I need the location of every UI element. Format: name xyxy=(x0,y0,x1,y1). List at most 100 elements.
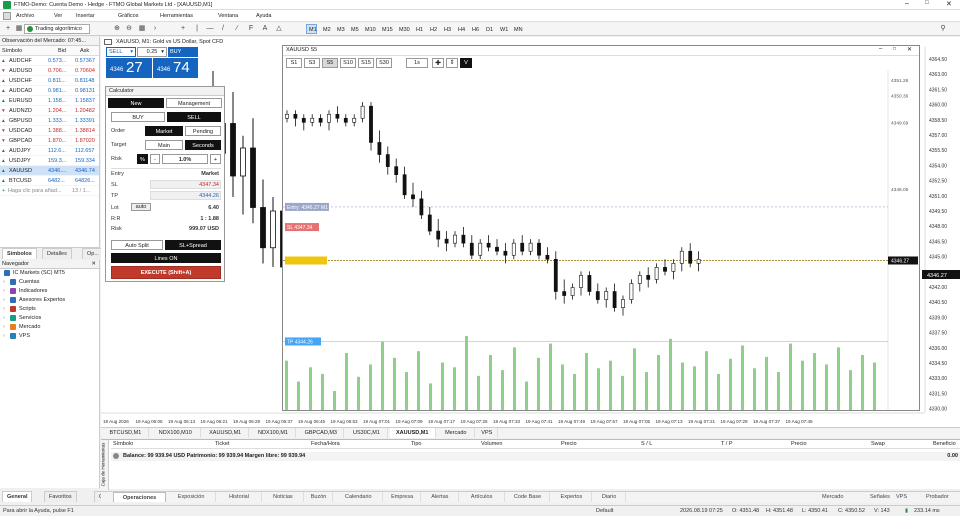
timeframe-h1[interactable]: H1 xyxy=(413,24,424,34)
timeframe-h3[interactable]: H3 xyxy=(441,24,452,34)
toolbox-tab-5[interactable]: Calendario xyxy=(334,492,384,502)
toolbox-right-tab-1[interactable]: Señales xyxy=(867,492,893,502)
add-symbol-row[interactable]: + Haga clic para añad... 13 / 1... xyxy=(0,186,99,196)
market-row[interactable]: ▾ GBPCAD 1.870... 1.87020 xyxy=(0,136,99,146)
maximize-icon[interactable]: □ xyxy=(925,0,929,6)
sub-tf-s5[interactable]: S5 xyxy=(322,58,338,68)
channel-icon[interactable]: ∕ xyxy=(232,24,242,34)
profiles-icon[interactable]: ▦ xyxy=(14,24,24,34)
fibo-icon[interactable]: F xyxy=(246,24,256,34)
sub-tf-s3[interactable]: S3 xyxy=(304,58,320,68)
menu-insertar[interactable]: Insertar xyxy=(76,12,95,20)
market-row[interactable]: ▴ AUDCAD 0.981... 0.98131 xyxy=(0,86,99,96)
vertical-line-icon[interactable]: | xyxy=(192,24,202,34)
navigator-close-icon[interactable]: ✕ xyxy=(91,260,96,268)
zoom-out-icon[interactable]: ⊖ xyxy=(124,24,134,34)
expand-chevron-icon[interactable]: › xyxy=(3,323,5,332)
market-row[interactable]: ▴ USDJPY 159.3... 159.334 xyxy=(0,156,99,166)
expand-chevron-icon[interactable]: › xyxy=(3,296,5,305)
col-symbol-header[interactable]: Símbolo xyxy=(2,46,22,56)
toolbox-right-tab-0[interactable]: Mercado xyxy=(819,492,846,502)
expand-chevron-icon[interactable]: › xyxy=(3,278,5,287)
nav-item-1[interactable]: › Cuentas xyxy=(0,278,99,287)
mw-tab-0[interactable]: Símbolos xyxy=(2,248,37,259)
timeframe-m10[interactable]: M10 xyxy=(362,24,376,34)
toolbox-right-tab-2[interactable]: VPS xyxy=(893,492,910,502)
chart-tab-8[interactable]: VPS xyxy=(477,428,498,438)
timeframe-m15[interactable]: M15 xyxy=(379,24,393,34)
timeframe-m1[interactable]: M1 xyxy=(306,24,317,34)
risk-plus-button[interactable]: + xyxy=(210,154,221,164)
market-row[interactable]: ▴ USDCHF 0.811... 0.81148 xyxy=(0,76,99,86)
order-market-button[interactable]: Market xyxy=(145,126,183,136)
sub-minimize-icon[interactable]: – xyxy=(879,46,882,52)
menu-herramientas[interactable]: Herramientas xyxy=(160,12,193,20)
shapes-icon[interactable]: △ xyxy=(274,24,284,34)
nav-item-7[interactable]: › VPS xyxy=(0,332,99,341)
entry-marker[interactable] xyxy=(285,256,327,265)
trade-col-6[interactable]: S / L xyxy=(641,440,652,449)
nav-item-3[interactable]: › Asesores Expertos xyxy=(0,296,99,305)
oc-sell-price-box[interactable]: 4346 27 xyxy=(106,58,152,78)
expand-chevron-icon[interactable]: › xyxy=(3,305,5,314)
timeframe-mn[interactable]: MN xyxy=(511,24,523,34)
sub-tf-1s[interactable]: 1s xyxy=(406,58,428,68)
menu-ayuda[interactable]: Ayuda xyxy=(256,12,272,20)
market-row[interactable]: ▾ AUDNZD 1.204... 1.20482 xyxy=(0,106,99,116)
risk-percent-button[interactable]: % xyxy=(137,154,148,164)
tab-new[interactable]: New xyxy=(108,98,164,108)
toolbox-tab-8[interactable]: Artículos xyxy=(460,492,505,502)
trade-col-1[interactable]: Ticket xyxy=(215,440,229,449)
toolbox-tab-10[interactable]: Expertos xyxy=(552,492,593,502)
chart-tab-7[interactable]: Mercado xyxy=(438,428,475,438)
sub-maximize-icon[interactable]: □ xyxy=(893,46,896,52)
market-row[interactable]: ▴ AUDJPY 112.6... 112.657 xyxy=(0,146,99,156)
timeframe-h2[interactable]: H2 xyxy=(427,24,438,34)
calc-sell-button[interactable]: SELL xyxy=(167,112,221,122)
toolbox-tab-0[interactable]: Operaciones xyxy=(113,492,167,502)
timeframe-m5[interactable]: M5 xyxy=(348,24,359,34)
chart-tab-6[interactable]: XAUUSD,M1 xyxy=(389,428,436,438)
tab-management[interactable]: Management xyxy=(166,98,222,108)
oc-lot-input[interactable]: 0.25 ▾ xyxy=(137,47,167,57)
market-row[interactable]: ▴ XAUUSD 4346.... 4346.74 xyxy=(0,166,99,176)
nav-tab-1[interactable]: Favoritos xyxy=(44,491,77,502)
order-pending-button[interactable]: Pending xyxy=(185,126,221,136)
calc-buy-button[interactable]: BUY xyxy=(111,112,165,122)
oc-buy-button[interactable]: BUY xyxy=(168,47,198,57)
trade-col-4[interactable]: Volumen xyxy=(481,440,502,449)
trade-col-2[interactable]: Fecha/Hora xyxy=(311,440,340,449)
risk-minus-button[interactable]: - xyxy=(150,154,160,164)
sub-crosshair-icon[interactable]: ✚ xyxy=(432,58,444,68)
toolbox-tab-3[interactable]: Noticias xyxy=(263,492,304,502)
oc-sell-button[interactable]: SELL ▾ xyxy=(106,47,136,57)
menu-ventana[interactable]: Ventana xyxy=(218,12,238,20)
target-seconds-button[interactable]: Seconds xyxy=(185,140,221,150)
nav-tab-0[interactable]: General xyxy=(2,491,33,502)
crosshair-icon[interactable]: + xyxy=(178,24,188,34)
col-bid-header[interactable]: Bid xyxy=(58,46,66,56)
risk-value-input[interactable]: 1.0% xyxy=(162,154,208,164)
trade-col-3[interactable]: Tipo xyxy=(411,440,422,449)
chart-tab-0[interactable]: BTCUSD,M1 xyxy=(103,428,149,438)
sub-scale-icon[interactable]: ⇕ xyxy=(446,58,458,68)
sub-tf-s30[interactable]: S30 xyxy=(376,58,392,68)
menu-ver[interactable]: Ver xyxy=(54,12,62,20)
text-icon[interactable]: A xyxy=(260,24,270,34)
execute-button[interactable]: EXECUTE (Shift+A) xyxy=(111,266,221,279)
trendline-icon[interactable]: / xyxy=(218,24,228,34)
chart-tab-1[interactable]: NDX100,M10 xyxy=(151,428,201,438)
nav-item-6[interactable]: › Mercado xyxy=(0,323,99,332)
zoom-in-icon[interactable]: ⊕ xyxy=(112,24,122,34)
nav-item-0[interactable]: IC Markets (SC) MT5 xyxy=(0,269,99,278)
nav-item-4[interactable]: › Scripts xyxy=(0,305,99,314)
chart-tab-3[interactable]: NDX100,M1 xyxy=(251,428,297,438)
toolbox-tab-6[interactable]: Empresa xyxy=(384,492,421,502)
toolbox-tab-7[interactable]: Alertas xyxy=(422,492,459,502)
sl-spread-button[interactable]: SL+Spread xyxy=(165,240,221,250)
sub-tf-s15[interactable]: S15 xyxy=(358,58,374,68)
timeframe-h6[interactable]: H6 xyxy=(469,24,480,34)
minimize-icon[interactable]: – xyxy=(905,0,909,7)
market-row[interactable]: ▾ USDCAD 1.388... 1.38814 xyxy=(0,126,99,136)
toolbox-tab-9[interactable]: Code Base xyxy=(506,492,551,502)
